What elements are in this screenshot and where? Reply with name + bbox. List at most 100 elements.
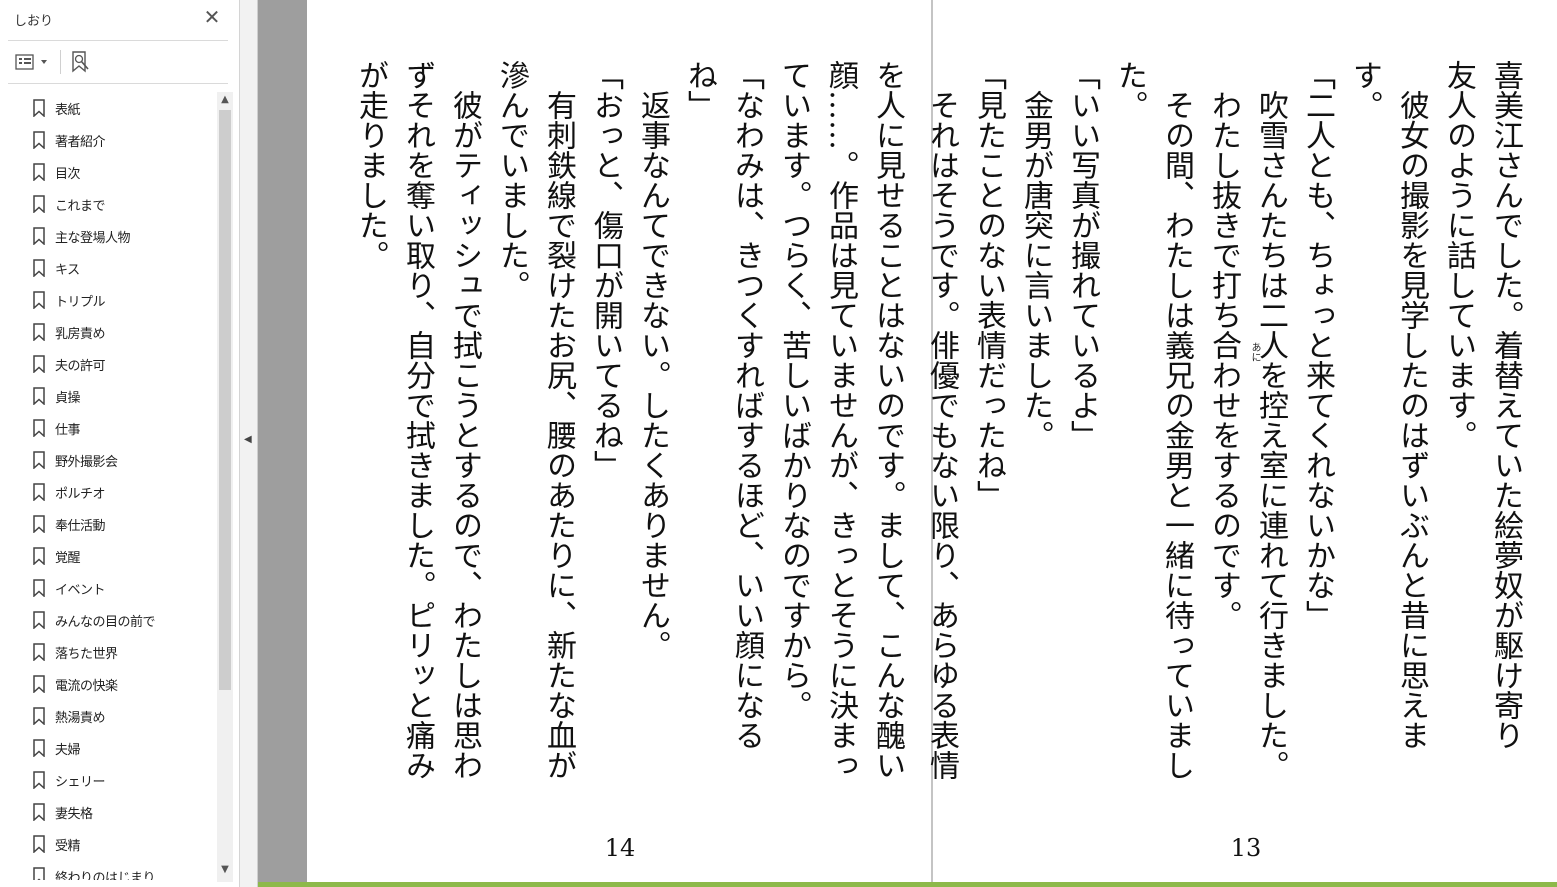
page-number: 14 xyxy=(604,834,636,862)
bookmark-label: これまで xyxy=(55,198,106,214)
page-13: 喜美江さんでした。着替えていた絵夢奴が駆け寄り 友人のように話しています。 彼女… xyxy=(924,0,1557,882)
bookmark-icon xyxy=(33,131,45,149)
bookmark-icon xyxy=(33,483,45,501)
bookmark-item[interactable]: 乳房責め xyxy=(16,316,214,348)
bookmark-icon xyxy=(33,355,45,373)
bookmark-label: 仕事 xyxy=(55,422,81,438)
bookmark-item[interactable]: 熱湯責め xyxy=(16,700,214,732)
bookmark-icon xyxy=(33,675,45,693)
bookmark-label: 妻失格 xyxy=(55,806,93,822)
bookmark-label: 熱湯責め xyxy=(55,710,106,726)
bookmark-item[interactable]: 貞操 xyxy=(16,380,214,412)
new-bookmark-icon xyxy=(72,51,89,73)
bookmark-icon xyxy=(33,579,45,597)
bookmark-item[interactable]: ポルチオ xyxy=(16,476,214,508)
bookmark-label: 夫の許可 xyxy=(55,358,106,374)
bookmark-item[interactable]: 覚醒 xyxy=(16,540,214,572)
bookmark-item[interactable]: 受精 xyxy=(16,828,214,860)
page-number: 13 xyxy=(1230,834,1262,862)
bookmark-icon xyxy=(33,547,45,565)
bookmark-item[interactable]: 主な登場人物 xyxy=(16,220,214,252)
new-bookmark-button[interactable] xyxy=(68,50,92,74)
panel-splitter[interactable]: ◀ xyxy=(240,0,258,887)
bookmark-icon xyxy=(33,259,45,277)
chevron-down-icon xyxy=(41,60,47,64)
scroll-up-icon[interactable]: ▲ xyxy=(217,92,233,108)
bookmark-label: 著者紹介 xyxy=(55,134,106,150)
bookmark-item[interactable]: 奉仕活動 xyxy=(16,508,214,540)
bookmark-icon xyxy=(33,323,45,341)
bookmark-icon xyxy=(33,803,45,821)
bookmark-icon xyxy=(33,291,45,309)
bookmark-label: 乳房責め xyxy=(55,326,106,342)
bookmark-item[interactable]: キス xyxy=(16,252,214,284)
bookmark-item[interactable]: 表紙 xyxy=(16,92,214,124)
bookmark-label: みんなの目の前で xyxy=(55,614,156,630)
bookmark-label: トリプル xyxy=(55,294,106,310)
bookmark-list: 表紙著者紹介目次これまで主な登場人物 キストリプル乳房責め夫の許可貞操仕事野外撮影… xyxy=(16,92,214,880)
bookmark-label: 受精 xyxy=(55,838,81,854)
bookmark-icon xyxy=(33,99,45,117)
options-menu-button[interactable] xyxy=(14,50,52,74)
bookmark-item[interactable]: 著者紹介 xyxy=(16,124,214,156)
bookmark-item[interactable]: 夫婦 xyxy=(16,732,214,764)
collapse-arrow-icon[interactable]: ◀ xyxy=(244,434,252,445)
bookmark-icon xyxy=(33,387,45,405)
bookmark-item[interactable]: 仕事 xyxy=(16,412,214,444)
page-14: を人に見せることはないのです。まして、こんな醜い 顔……。作品は見ていませんが、… xyxy=(307,0,931,882)
bookmark-icon xyxy=(33,227,45,245)
bookmark-label: シェリー xyxy=(55,774,106,790)
ruby-annotation: あに xyxy=(1249,342,1260,362)
divider xyxy=(8,40,228,41)
bookmark-item[interactable]: 夫の許可 xyxy=(16,348,214,380)
bookmark-icon xyxy=(33,611,45,629)
status-bar xyxy=(258,882,1557,887)
bookmark-icon xyxy=(33,163,45,181)
bookmark-icon xyxy=(33,451,45,469)
panel-title: しおり xyxy=(14,14,54,29)
list-options-icon xyxy=(15,54,47,70)
bookmark-icon xyxy=(33,835,45,853)
bookmark-label: 夫婦 xyxy=(55,742,81,758)
bookmark-icon xyxy=(33,643,45,661)
bookmark-label: 覚醒 xyxy=(55,550,81,566)
page-body-text: を人に見せることはないのです。まして、こんな醜い 顔……。作品は見ていませんが、… xyxy=(353,60,905,780)
bookmark-item[interactable]: 終わりのはじまり xyxy=(16,860,214,880)
close-icon[interactable]: ✕ xyxy=(203,7,221,27)
bookmark-label: 表紙 xyxy=(55,102,81,118)
bookmark-item[interactable]: 妻失格 xyxy=(16,796,214,828)
bookmark-item[interactable]: みんなの目の前で xyxy=(16,604,214,636)
bookmark-icon xyxy=(33,739,45,757)
bookmark-label: 終わりのはじまり xyxy=(55,870,156,881)
toolbar-divider xyxy=(60,50,61,74)
bookmark-icon xyxy=(33,707,45,725)
bookmark-item[interactable]: イベント xyxy=(16,572,214,604)
bookmark-item[interactable]: これまで xyxy=(16,188,214,220)
bookmark-label: 電流の快楽 xyxy=(55,678,118,694)
bookmark-label: 野外撮影会 xyxy=(55,454,118,470)
bookmark-label: キス xyxy=(55,262,80,278)
scroll-down-icon[interactable]: ▼ xyxy=(217,862,233,878)
bookmark-label: 奉仕活動 xyxy=(55,518,106,534)
bookmark-label: 落ちた世界 xyxy=(55,646,118,662)
bookmark-item[interactable]: シェリー xyxy=(16,764,214,796)
bookmarks-panel: しおり ✕ 表紙著者紹介目次これまで主な登場人物 キストリプル乳房責め夫の許可貞操… xyxy=(0,0,240,887)
bookmark-item[interactable]: 目次 xyxy=(16,156,214,188)
bookmark-icon xyxy=(33,771,45,789)
bookmark-label: 目次 xyxy=(55,166,81,182)
bookmark-item[interactable]: トリプル xyxy=(16,284,214,316)
bookmark-label: イベント xyxy=(55,582,106,598)
bookmark-label: 主な登場人物 xyxy=(55,230,131,246)
bookmark-label: ポルチオ xyxy=(55,486,106,502)
bookmark-icon xyxy=(33,195,45,213)
bookmark-item[interactable]: 落ちた世界 xyxy=(16,636,214,668)
bookmark-icon xyxy=(33,867,45,880)
bookmark-icon xyxy=(33,419,45,437)
divider xyxy=(8,83,228,84)
bookmark-icon xyxy=(33,515,45,533)
bookmark-label: 貞操 xyxy=(55,390,81,406)
scrollbar-thumb[interactable] xyxy=(219,110,231,690)
page-body-text: 喜美江さんでした。着替えていた絵夢奴が駆け寄り 友人のように話しています。 彼女… xyxy=(924,60,1523,780)
bookmark-item[interactable]: 野外撮影会 xyxy=(16,444,214,476)
bookmark-item[interactable]: 電流の快楽 xyxy=(16,668,214,700)
